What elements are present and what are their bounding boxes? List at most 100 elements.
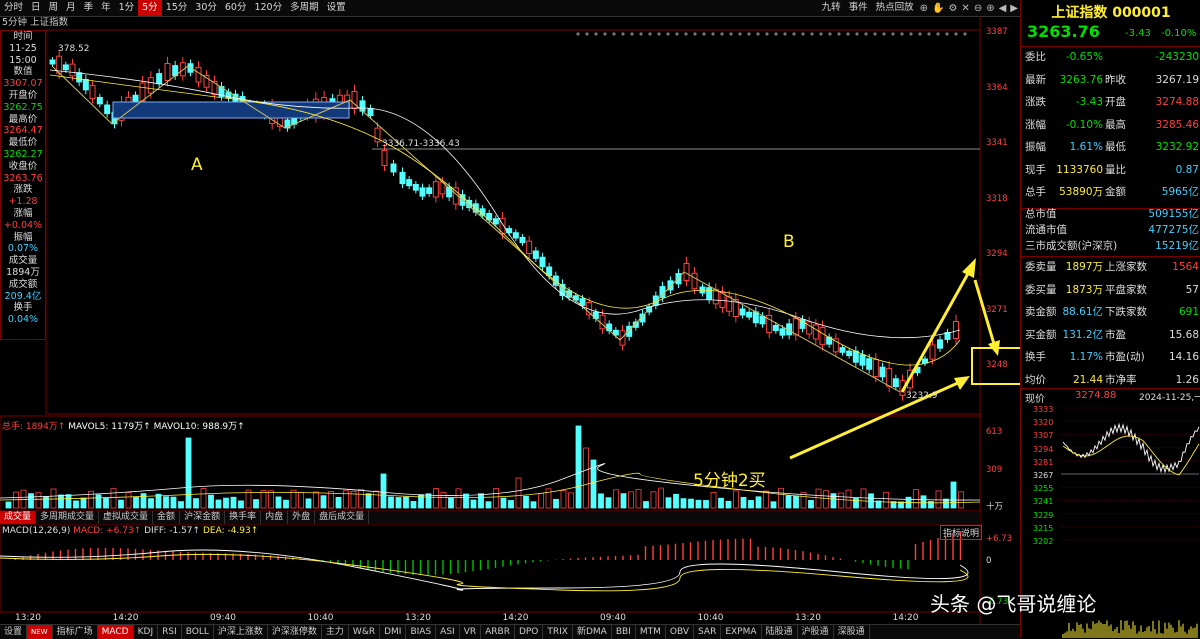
candle bbox=[390, 163, 397, 173]
dot bbox=[594, 32, 598, 36]
bottom-tab-8[interactable]: 沪深涨停数 bbox=[268, 625, 322, 639]
dot bbox=[918, 32, 922, 36]
quote-row-value2: 3232.92 bbox=[1155, 141, 1199, 153]
bottom-tab-13[interactable]: ASI bbox=[436, 625, 460, 639]
bottom-tab-12[interactable]: BIAS bbox=[406, 625, 437, 639]
bottom-tab-3[interactable]: MACD bbox=[97, 625, 134, 639]
candle bbox=[82, 78, 89, 91]
bottom-tab-4[interactable]: KDJ bbox=[134, 625, 159, 639]
depth-row-value2: 691 bbox=[1178, 306, 1199, 318]
volume-bar bbox=[455, 488, 462, 509]
volume-bar bbox=[943, 498, 949, 509]
bottom-tab-10[interactable]: W&R bbox=[349, 625, 381, 639]
main-panel-border bbox=[45, 29, 981, 415]
quote-row-value2: 3267.19 bbox=[1155, 73, 1199, 86]
volume-bar bbox=[673, 493, 679, 509]
bottom-tab-7[interactable]: 沪深上涨数 bbox=[214, 625, 268, 639]
volume-bar bbox=[433, 488, 439, 509]
bottom-tab-21[interactable]: OBV bbox=[666, 625, 695, 639]
quote-row-value: -0.10% bbox=[1065, 118, 1103, 131]
time-axis-label: 09:40 bbox=[600, 613, 626, 623]
candle bbox=[726, 296, 733, 312]
dot bbox=[891, 32, 895, 36]
macd-legend: MACD(12,26,9) MACD: +6.73↑ DIFF: -1.57↑ … bbox=[2, 526, 258, 536]
indicator-tab-6[interactable]: 内盘 bbox=[261, 511, 289, 524]
volume-bar bbox=[635, 489, 642, 509]
volume-bar bbox=[853, 498, 859, 509]
volume-bar bbox=[260, 490, 267, 509]
mini-axis-label: 3333 bbox=[1033, 405, 1054, 414]
dot bbox=[648, 32, 652, 36]
bottom-tab-6[interactable]: BOLL bbox=[182, 625, 214, 639]
bottom-tab-9[interactable]: 主力 bbox=[322, 625, 349, 639]
volume-bar bbox=[35, 492, 42, 509]
bottom-tab-18[interactable]: 新DMA bbox=[573, 625, 612, 639]
indicator-help-button[interactable]: 指标说明 bbox=[940, 525, 983, 540]
quote-row-label: 涨幅 bbox=[1025, 118, 1046, 131]
indicator-tab-3[interactable]: 金额 bbox=[153, 511, 181, 524]
volume-bar bbox=[133, 496, 139, 509]
volume-bar bbox=[515, 477, 522, 509]
bottom-tab-15[interactable]: ARBR bbox=[481, 625, 515, 639]
bottom-tab-17[interactable]: TRIX bbox=[543, 625, 573, 639]
candle bbox=[606, 323, 613, 332]
dot bbox=[621, 32, 625, 36]
bottom-tab-14[interactable]: VR bbox=[460, 625, 482, 639]
indicator-tab-1[interactable]: 多周期成交量 bbox=[36, 511, 100, 524]
depth-row-label: 换手 bbox=[1025, 351, 1046, 363]
volume-bar bbox=[373, 490, 379, 509]
volume-bar bbox=[200, 488, 207, 509]
market-row-label: 流通市值 bbox=[1025, 224, 1067, 236]
bottom-tab-1[interactable]: NEW bbox=[27, 625, 53, 639]
bottom-tab-0[interactable]: 设置 bbox=[0, 625, 28, 639]
quote-change: -3.43 bbox=[1125, 28, 1151, 39]
volume-bar bbox=[778, 487, 784, 509]
depth-row-label: 委卖量 bbox=[1025, 261, 1057, 273]
depth-row-value: 131.2亿 bbox=[1062, 328, 1103, 341]
quote-row-value: 3263.76 bbox=[1059, 73, 1103, 86]
bottom-tab-16[interactable]: DPO bbox=[515, 625, 544, 639]
quote-row-value: 1.61% bbox=[1069, 141, 1103, 153]
candle bbox=[691, 272, 698, 290]
indicator-tab-8[interactable]: 盘后成交量 bbox=[315, 511, 370, 524]
volume-bar bbox=[883, 491, 889, 509]
bottom-tab-26[interactable]: 深股通 bbox=[834, 625, 870, 639]
quote-panel: 上证指数 000001 3263.76 -3.43 -0.10% 委比 -0.65… bbox=[1020, 0, 1200, 638]
price-axis-label: 3248 bbox=[986, 360, 1008, 370]
bottom-tab-5[interactable]: RSI bbox=[158, 625, 182, 639]
kline-chart[interactable] bbox=[0, 0, 1020, 638]
dea-line bbox=[0, 553, 969, 592]
volume-bar bbox=[178, 501, 184, 509]
dot bbox=[675, 32, 679, 36]
bottom-tab-11[interactable]: DMI bbox=[380, 625, 407, 639]
arrow-up-line bbox=[900, 269, 972, 393]
bottom-tab-23[interactable]: EXPMA bbox=[721, 625, 762, 639]
volume-bar bbox=[568, 492, 574, 509]
bottom-tab-22[interactable]: SAR bbox=[694, 625, 722, 639]
indicator-tab-7[interactable]: 外盘 bbox=[288, 511, 316, 524]
price-axis-label: 3318 bbox=[986, 193, 1008, 204]
time-axis-label: 14:20 bbox=[502, 613, 529, 623]
market-row-value: 509155亿 bbox=[1148, 208, 1199, 220]
indicator-tab-4[interactable]: 沪深金额 bbox=[180, 511, 226, 524]
indicator-tab-2[interactable]: 虚拟成交量 bbox=[99, 511, 154, 524]
depth-row-value: 1873万 bbox=[1065, 283, 1103, 296]
dot bbox=[783, 32, 787, 36]
candle bbox=[104, 104, 111, 115]
indicator-tab-0[interactable]: 成交量 bbox=[0, 511, 37, 524]
dot bbox=[765, 32, 769, 36]
bottom-tab-2[interactable]: 指标广场 bbox=[53, 625, 98, 639]
price-axis-label: 3387 bbox=[986, 27, 1008, 37]
candle bbox=[852, 350, 859, 363]
candle bbox=[759, 315, 766, 325]
candle bbox=[879, 366, 886, 378]
volume-bar bbox=[223, 497, 229, 509]
candle bbox=[195, 66, 202, 83]
bottom-tab-25[interactable]: 沪股通 bbox=[798, 625, 834, 639]
mini-price-line bbox=[1062, 422, 1200, 474]
bottom-tab-20[interactable]: MTM bbox=[636, 625, 666, 639]
bottom-tab-19[interactable]: BBI bbox=[612, 625, 636, 639]
indicator-tab-5[interactable]: 换手率 bbox=[225, 511, 262, 524]
candle bbox=[432, 181, 439, 198]
bottom-tab-24[interactable]: 陆股通 bbox=[762, 625, 798, 639]
